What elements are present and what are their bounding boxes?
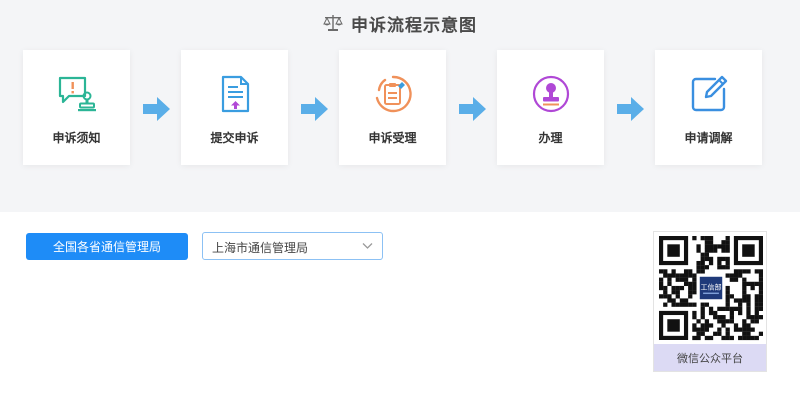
province-select[interactable]: 上海市通信管理局 <box>202 232 383 260</box>
flow-section: 申诉流程示意图 申诉须知 提交申诉 申诉受理 办理 申请调解 <box>0 0 800 212</box>
step-label-notice: 申诉须知 <box>52 131 101 145</box>
chevron-down-icon <box>362 243 373 249</box>
step-label-accept: 申诉受理 <box>368 131 417 145</box>
step-label-mediation: 申请调解 <box>684 131 733 145</box>
qr-center-logo-text: 工信部 <box>701 283 722 292</box>
qr-caption: 微信公众平台 <box>654 344 766 371</box>
scale-icon <box>323 15 343 31</box>
all-provinces-button[interactable]: 全国各省通信管理局 <box>26 233 188 260</box>
step-card-notice[interactable]: 申诉须知 <box>23 50 130 165</box>
arrow-right-icon <box>143 97 170 121</box>
step-label-submit: 提交申诉 <box>210 131 259 145</box>
seal-stamp-icon <box>532 75 569 113</box>
arrow-right-icon <box>459 97 486 121</box>
step-label-process: 办理 <box>538 131 563 145</box>
page-title: 申诉流程示意图 <box>351 15 477 36</box>
step-card-submit[interactable]: 提交申诉 <box>181 50 288 165</box>
step-card-mediation[interactable]: 申请调解 <box>655 50 762 165</box>
step-card-process[interactable]: 办理 <box>497 50 604 165</box>
notice-stamp-icon <box>58 76 96 112</box>
step-card-accept[interactable]: 申诉受理 <box>339 50 446 165</box>
title-row: 申诉流程示意图 <box>0 10 800 36</box>
qr-code-panel: 工信部 微信公众平台 <box>653 231 767 372</box>
qr-code-image: 工信部 <box>659 236 763 341</box>
province-select-value: 上海市通信管理局 <box>212 241 309 255</box>
submit-document-icon <box>221 75 249 113</box>
arrow-right-icon <box>301 97 328 121</box>
accept-clipboard-icon <box>375 75 412 113</box>
edit-icon <box>691 75 727 112</box>
arrow-right-icon <box>617 97 644 121</box>
